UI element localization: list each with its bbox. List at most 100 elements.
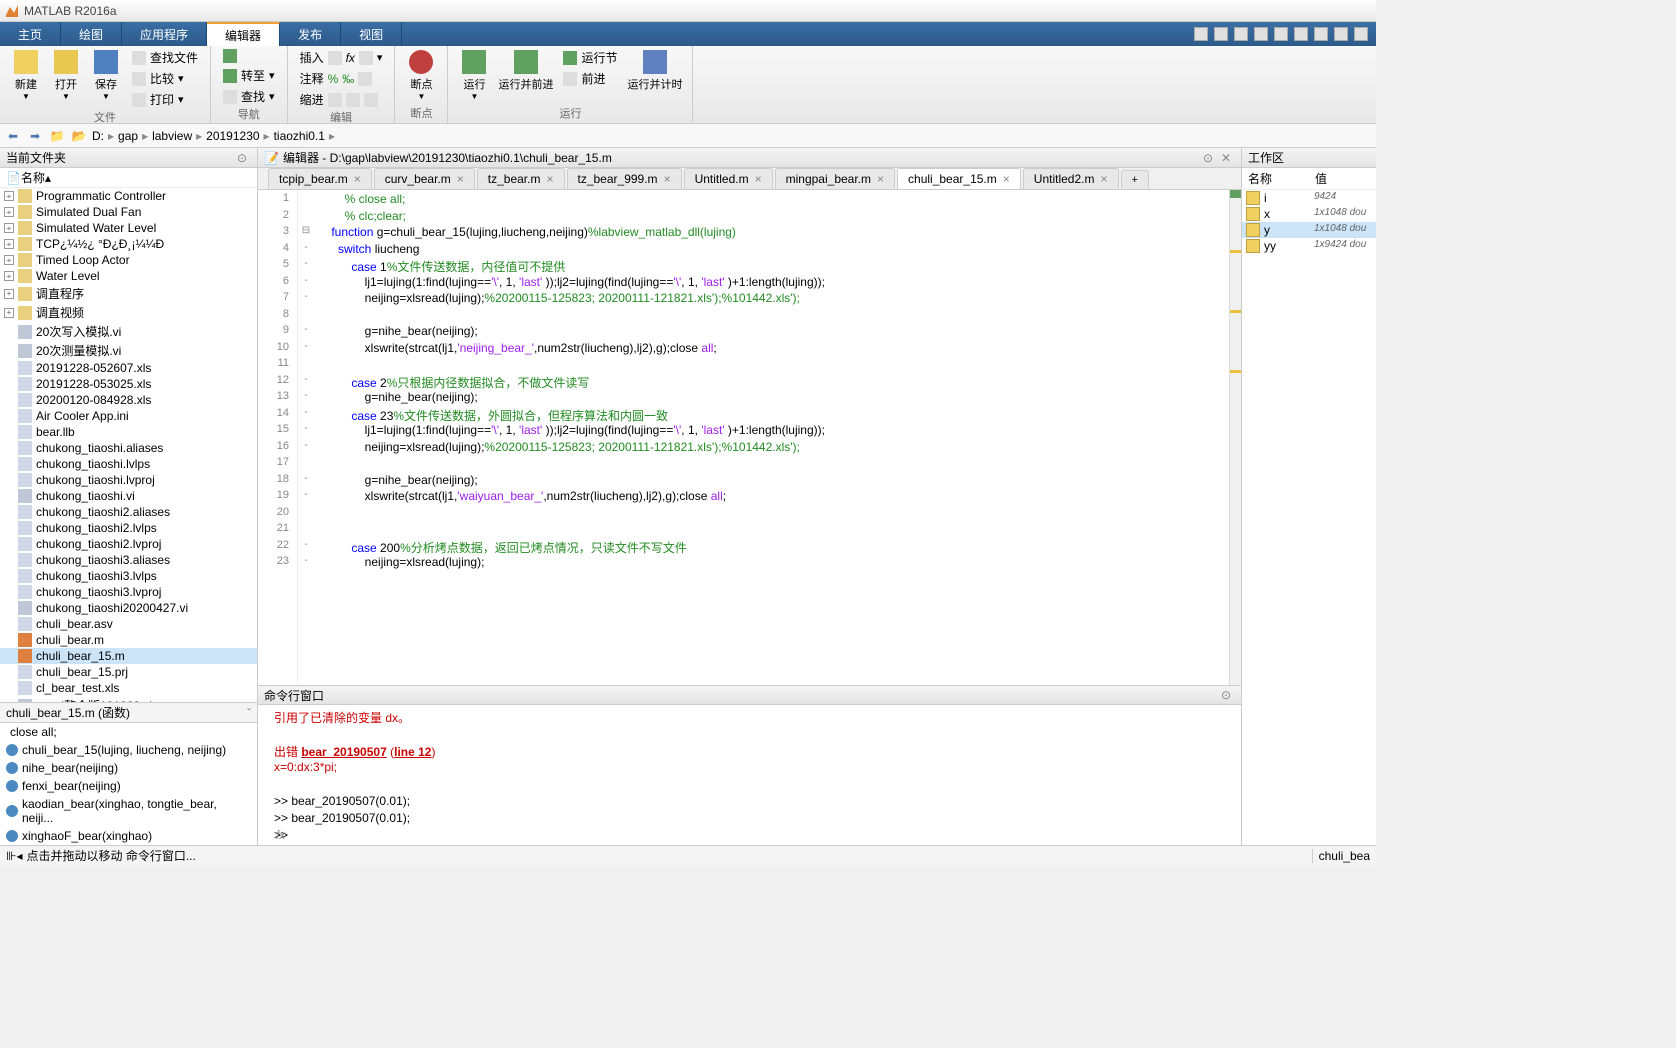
forward-button[interactable]: ➡ [26,127,44,145]
expand-icon[interactable]: + [4,239,14,249]
file-item[interactable]: 20次测量模拟.vi [0,341,257,360]
file-item[interactable]: chukong_tiaoshi3.lvlps [0,568,257,584]
expand-icon[interactable]: + [4,289,14,299]
goto-2-button[interactable]: 转至 ▾ [219,66,279,85]
editor-tab[interactable]: tz_bear_999.m× [567,168,682,189]
indent-button[interactable]: 缩进 [296,90,387,109]
workspace-row[interactable]: yy1x9424 dou [1242,238,1376,254]
file-item[interactable]: bear.llb [0,424,257,440]
expand-icon[interactable]: + [4,223,14,233]
file-item[interactable]: 20次写入模拟.vi [0,322,257,341]
qa-icon-5[interactable] [1274,27,1288,41]
file-item[interactable]: chukong_tiaoshi2.aliases [0,504,257,520]
close-icon[interactable]: × [1100,172,1107,186]
open-button[interactable]: 打开▼ [48,48,84,103]
close-icon[interactable]: × [457,172,464,186]
file-item[interactable]: chuli_bear_15.m [0,648,257,664]
close-icon[interactable]: × [664,172,671,186]
qa-icon-6[interactable] [1294,27,1308,41]
folder-item[interactable]: +TCP¿¼½¿ °Ð¿Ð¸¡¼¼Ð [0,236,257,252]
file-item[interactable]: 20191228-053025.xls [0,376,257,392]
function-item[interactable]: kaodian_bear(xinghao, tongtie_bear, neij… [0,795,257,827]
editor-tab[interactable]: tcpip_bear.m× [268,168,372,189]
fold-column[interactable]: ⊟--------------- [298,190,314,685]
workspace-row[interactable]: i9424 [1242,190,1376,206]
file-item[interactable]: chukong_tiaoshi2.lvlps [0,520,257,536]
panel-toggle-icon[interactable]: ⊙ [237,151,251,165]
editor-tab[interactable]: Untitled.m× [684,168,773,189]
breadcrumb-item[interactable]: 20191230 [206,129,259,143]
qa-icon-3[interactable] [1234,27,1248,41]
up-button[interactable]: 📂 [70,127,88,145]
expand-icon[interactable]: + [4,271,14,281]
file-item[interactable]: chuli_bear.m [0,632,257,648]
editor-tab[interactable]: chuli_bear_15.m× [897,168,1021,189]
expand-icon[interactable]: + [4,207,14,217]
run-time-button[interactable]: 运行并计时 [625,48,684,94]
code-area[interactable]: % close all; % clc;clear; function g=chu… [314,190,1229,685]
qa-icon-9[interactable] [1354,27,1368,41]
file-item[interactable]: chuli_bear.asv [0,616,257,632]
breadcrumb[interactable]: D: ▸ gap ▸ labview ▸ 20191230 ▸ tiaozhi0… [92,129,335,143]
cmd-toggle-icon[interactable]: ⊙ [1221,688,1235,702]
breadcrumb-item[interactable]: tiaozhi0.1 [274,129,325,143]
main-tab-3[interactable]: 编辑器 [207,22,280,46]
file-item[interactable]: 20191228-052607.xls [0,360,257,376]
breadcrumb-item[interactable]: D: [92,129,104,143]
print-button[interactable]: 打印 ▾ [128,90,202,109]
run-button[interactable]: 运行▼ [456,48,492,103]
editor-tab[interactable]: Untitled2.m× [1023,168,1119,189]
file-tree[interactable]: +Programmatic Controller+Simulated Dual … [0,188,257,702]
editor-tab[interactable]: mingpai_bear.m× [775,168,895,189]
function-item[interactable]: xinghaoF_bear(xinghao) [0,827,257,845]
editor-close-icon[interactable]: ✕ [1221,151,1235,165]
folder-item[interactable]: +Simulated Dual Fan [0,204,257,220]
compare-button[interactable]: 比较 ▾ [128,69,202,88]
file-item[interactable]: chukong_tiaoshi20200427.vi [0,600,257,616]
main-tab-1[interactable]: 绘图 [61,22,122,46]
workspace-row[interactable]: y1x1048 dou [1242,222,1376,238]
run-advance-button[interactable]: 运行并前进 [496,48,555,94]
goto-button[interactable] [219,48,279,64]
file-item[interactable]: chukong_tiaoshi.lvproj [0,472,257,488]
chevron-icon[interactable]: ˇ [247,706,251,720]
command-window[interactable]: 引用了已清除的变量 dx。出错 bear_20190507 (line 12)x… [258,705,1241,845]
function-panel-header[interactable]: chuli_bear_15.m (函数) ˇ [0,703,257,723]
main-tab-5[interactable]: 视图 [341,22,402,46]
workspace-columns[interactable]: 名称 值 [1242,168,1376,190]
file-item[interactable]: chukong_tiaoshi3.lvproj [0,584,257,600]
qa-icon-8[interactable] [1334,27,1348,41]
close-icon[interactable]: × [877,172,884,186]
back-button[interactable]: ⬅ [4,127,22,145]
advance-button[interactable]: 前进 [559,69,621,88]
function-item[interactable]: chuli_bear_15(lujing, liucheng, neijing) [0,741,257,759]
close-icon[interactable]: × [354,172,361,186]
workspace-body[interactable]: i9424x1x1048 douy1x1048 douyy1x9424 dou [1242,190,1376,845]
file-item[interactable]: Air Cooler App.ini [0,408,257,424]
save-button[interactable]: 保存▼ [88,48,124,103]
file-item[interactable]: cl_bear_test.xls [0,680,257,696]
file-item[interactable]: chukong_tiaoshi3.aliases [0,552,257,568]
file-item[interactable]: chuli_bear_15.prj [0,664,257,680]
file-item[interactable]: chukong_tiaoshi.aliases [0,440,257,456]
breakpoint-button[interactable]: 断点▼ [403,48,439,103]
expand-icon[interactable]: + [4,255,14,265]
close-icon[interactable]: × [1003,172,1010,186]
scroll-indicator[interactable] [1229,190,1241,685]
folder-item[interactable]: +调直程序 [0,284,257,303]
function-item[interactable]: nihe_bear(neijing) [0,759,257,777]
file-item[interactable]: 20200120-084928.xls [0,392,257,408]
folder-item[interactable]: +调直视频 [0,303,257,322]
up-folder-icon[interactable]: 📁 [48,127,66,145]
file-item[interactable]: chukong_tiaoshi.lvlps [0,456,257,472]
workspace-row[interactable]: x1x1048 dou [1242,206,1376,222]
find-files-button[interactable]: 查找文件 [128,48,202,67]
close-icon[interactable]: × [755,172,762,186]
folder-item[interactable]: +Simulated Water Level [0,220,257,236]
expand-icon[interactable]: + [4,191,14,201]
comment-button[interactable]: 注释 % ‰ [296,69,387,88]
code-editor[interactable]: 1234567891011121314151617181920212223 ⊟-… [258,190,1241,685]
main-tab-2[interactable]: 应用程序 [122,22,207,46]
editor-tab[interactable]: tz_bear.m× [477,168,565,189]
main-tab-4[interactable]: 发布 [280,22,341,46]
